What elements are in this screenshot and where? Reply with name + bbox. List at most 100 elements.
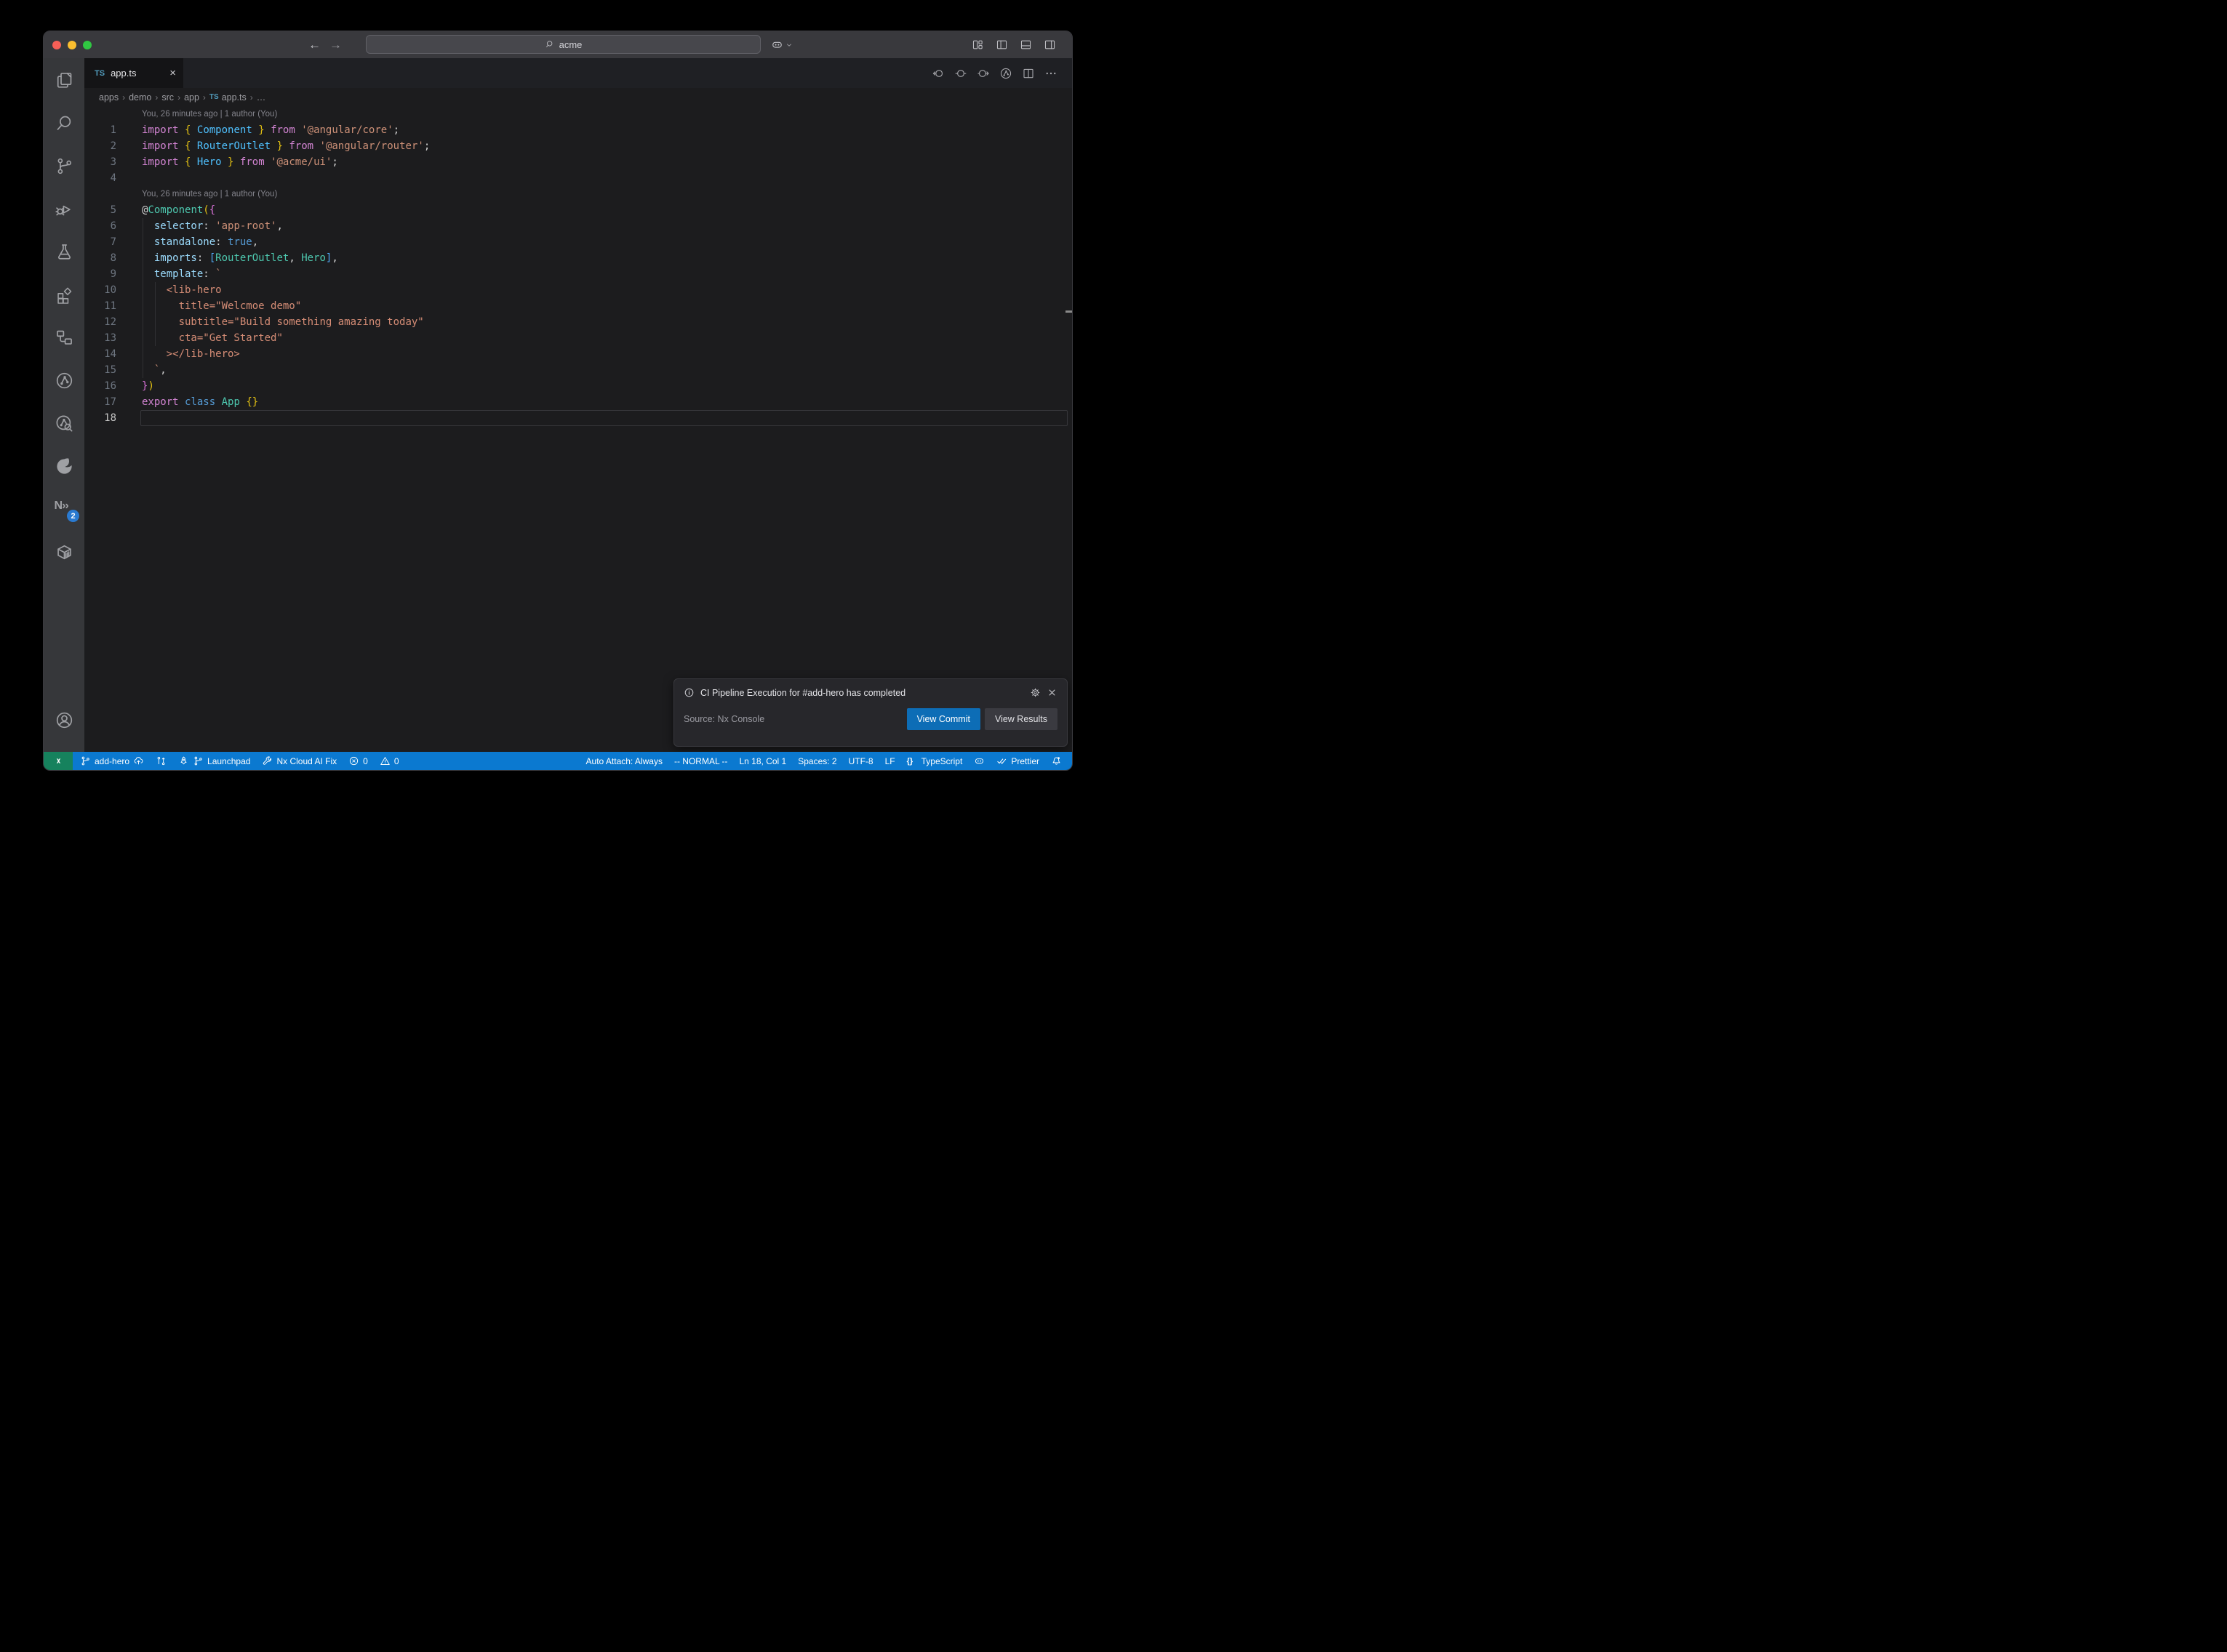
code-line-9[interactable]: 9 template: ` xyxy=(84,266,1072,282)
tab-app-ts[interactable]: TS app.ts × xyxy=(84,58,183,88)
activity-item-debug[interactable] xyxy=(44,194,84,223)
status-item[interactable] xyxy=(1051,755,1062,766)
more-actions-icon[interactable] xyxy=(1044,67,1057,80)
activity-item-source-control[interactable] xyxy=(44,151,84,180)
status-item[interactable] xyxy=(974,755,985,766)
activity-item-nx-run[interactable] xyxy=(44,366,84,395)
code-line-17[interactable]: 17export class App {} xyxy=(84,394,1072,410)
status-item-prettier[interactable]: Prettier xyxy=(996,755,1039,766)
status-item-0[interactable]: 0 xyxy=(380,755,399,766)
indent-guide xyxy=(155,282,156,346)
navigate-forward-icon[interactable]: → xyxy=(329,38,342,52)
status-item-spaces-2[interactable]: Spaces: 2 xyxy=(798,756,836,766)
code-line-2[interactable]: 2import { RouterOutlet } from '@angular/… xyxy=(84,138,1072,154)
copilot-icon[interactable] xyxy=(771,39,783,51)
status-item-nx-cloud-ai-fix[interactable]: Nx Cloud AI Fix xyxy=(262,755,337,766)
source-control-icon xyxy=(55,156,74,176)
breadcrumb-item[interactable]: apps xyxy=(99,92,119,103)
remote-indicator[interactable] xyxy=(44,752,73,770)
breadcrumb-item[interactable]: … xyxy=(257,92,266,103)
notification-close-icon[interactable] xyxy=(1047,687,1057,698)
close-tab-icon[interactable]: × xyxy=(169,68,176,79)
nav-circle-right-icon[interactable] xyxy=(977,67,990,80)
line-number: 14 xyxy=(84,346,116,362)
status-item-auto-attach-always[interactable]: Auto Attach: Always xyxy=(586,756,663,766)
view-commit-button[interactable]: View Commit xyxy=(907,708,980,730)
code-line-5[interactable]: 5@Component({ xyxy=(84,202,1072,218)
code-line-15[interactable]: 15 `, xyxy=(84,362,1072,378)
code-line-6[interactable]: 6 selector: 'app-root', xyxy=(84,218,1072,234)
breadcrumb-item[interactable]: demo xyxy=(129,92,151,103)
status-item-launchpad[interactable]: Launchpad xyxy=(178,755,250,766)
activity-item-nx-search[interactable] xyxy=(44,409,84,438)
nx-target-icon[interactable] xyxy=(999,67,1012,80)
compare-icon xyxy=(156,755,167,766)
line-number: 12 xyxy=(84,314,116,330)
activity-item-testing[interactable] xyxy=(44,237,84,266)
code-editor[interactable]: You, 26 minutes ago | 1 author (You)1imp… xyxy=(84,106,1072,752)
layout-panel-icon[interactable] xyxy=(1020,39,1032,51)
activity-item-files[interactable] xyxy=(44,65,84,95)
split-editor-icon[interactable] xyxy=(1022,67,1035,80)
typescript-file-icon: TS xyxy=(209,93,219,101)
status-item-typescript[interactable]: {}TypeScript xyxy=(907,755,963,766)
activity-item-console[interactable] xyxy=(44,452,84,481)
notification-settings-icon[interactable] xyxy=(1030,687,1041,698)
command-center-search[interactable]: acme xyxy=(366,35,761,54)
title-bar: ← → acme xyxy=(44,31,1072,58)
package-icon xyxy=(55,542,74,562)
line-number: 4 xyxy=(84,170,116,186)
code-line-10[interactable]: 10 <lib-hero xyxy=(84,282,1072,298)
activity-item-search-side[interactable] xyxy=(44,108,84,137)
nx-search-icon xyxy=(55,414,74,433)
debug-icon xyxy=(55,199,74,219)
view-results-button[interactable]: View Results xyxy=(985,708,1057,730)
navigate-back-icon[interactable]: ← xyxy=(308,38,321,52)
code-line-3[interactable]: 3import { Hero } from '@acme/ui'; xyxy=(84,154,1072,170)
code-line-8[interactable]: 8 imports: [RouterOutlet, Hero], xyxy=(84,250,1072,266)
status-item-add-hero[interactable]: add-hero xyxy=(80,755,144,766)
code-line-11[interactable]: 11 title="Welcmoe demo" xyxy=(84,298,1072,314)
activity-item-extensions[interactable] xyxy=(44,280,84,309)
code-line-16[interactable]: 16}) xyxy=(84,378,1072,394)
code-line-12[interactable]: 12 subtitle="Build something amazing tod… xyxy=(84,314,1072,330)
line-number: 11 xyxy=(84,298,116,314)
layout-sidebar-right-icon[interactable] xyxy=(1044,39,1056,51)
activity-item-account[interactable] xyxy=(44,705,84,734)
status-item-lf[interactable]: LF xyxy=(885,756,895,766)
customize-layout-icon[interactable] xyxy=(972,39,984,51)
error-icon xyxy=(348,755,359,766)
activity-item-nx-console[interactable]: N››2 xyxy=(44,494,84,524)
status-item--normal-[interactable]: -- NORMAL -- xyxy=(674,756,728,766)
breadcrumb-separator: › xyxy=(250,92,253,103)
code-line-4[interactable]: 4 xyxy=(84,170,1072,186)
code-line-1[interactable]: 1import { Component } from '@angular/cor… xyxy=(84,122,1072,138)
code-line-13[interactable]: 13 cta="Get Started" xyxy=(84,330,1072,346)
activity-item-package[interactable] xyxy=(44,537,84,566)
extensions-icon xyxy=(55,285,74,305)
status-item-0[interactable]: 0 xyxy=(348,755,368,766)
status-item[interactable] xyxy=(156,755,167,766)
status-item-utf-8[interactable]: UTF-8 xyxy=(849,756,873,766)
nx-run-icon xyxy=(55,371,74,390)
code-line-7[interactable]: 7 standalone: true, xyxy=(84,234,1072,250)
activity-item-references[interactable] xyxy=(44,323,84,352)
search-side-icon xyxy=(55,113,74,133)
code-line-18[interactable]: 18 xyxy=(84,410,1072,426)
blame-annotation: You, 26 minutes ago | 1 author (You) xyxy=(84,106,1072,122)
maximize-window-button[interactable] xyxy=(83,41,92,49)
breadcrumb-item[interactable]: TSapp.ts xyxy=(209,92,247,103)
nav-circle-icon[interactable] xyxy=(954,67,967,80)
close-window-button[interactable] xyxy=(52,41,61,49)
minimize-window-button[interactable] xyxy=(68,41,76,49)
search-icon xyxy=(545,39,555,49)
layout-sidebar-icon[interactable] xyxy=(996,39,1008,51)
git-branch-icon xyxy=(193,755,204,766)
breadcrumb-item[interactable]: src xyxy=(161,92,174,103)
status-item-ln-18-col-1[interactable]: Ln 18, Col 1 xyxy=(740,756,787,766)
line-number: 2 xyxy=(84,138,116,154)
breadcrumb-item[interactable]: app xyxy=(184,92,199,103)
code-line-14[interactable]: 14 ></lib-hero> xyxy=(84,346,1072,362)
nav-circle-left-icon[interactable] xyxy=(932,67,945,80)
line-number: 15 xyxy=(84,362,116,378)
